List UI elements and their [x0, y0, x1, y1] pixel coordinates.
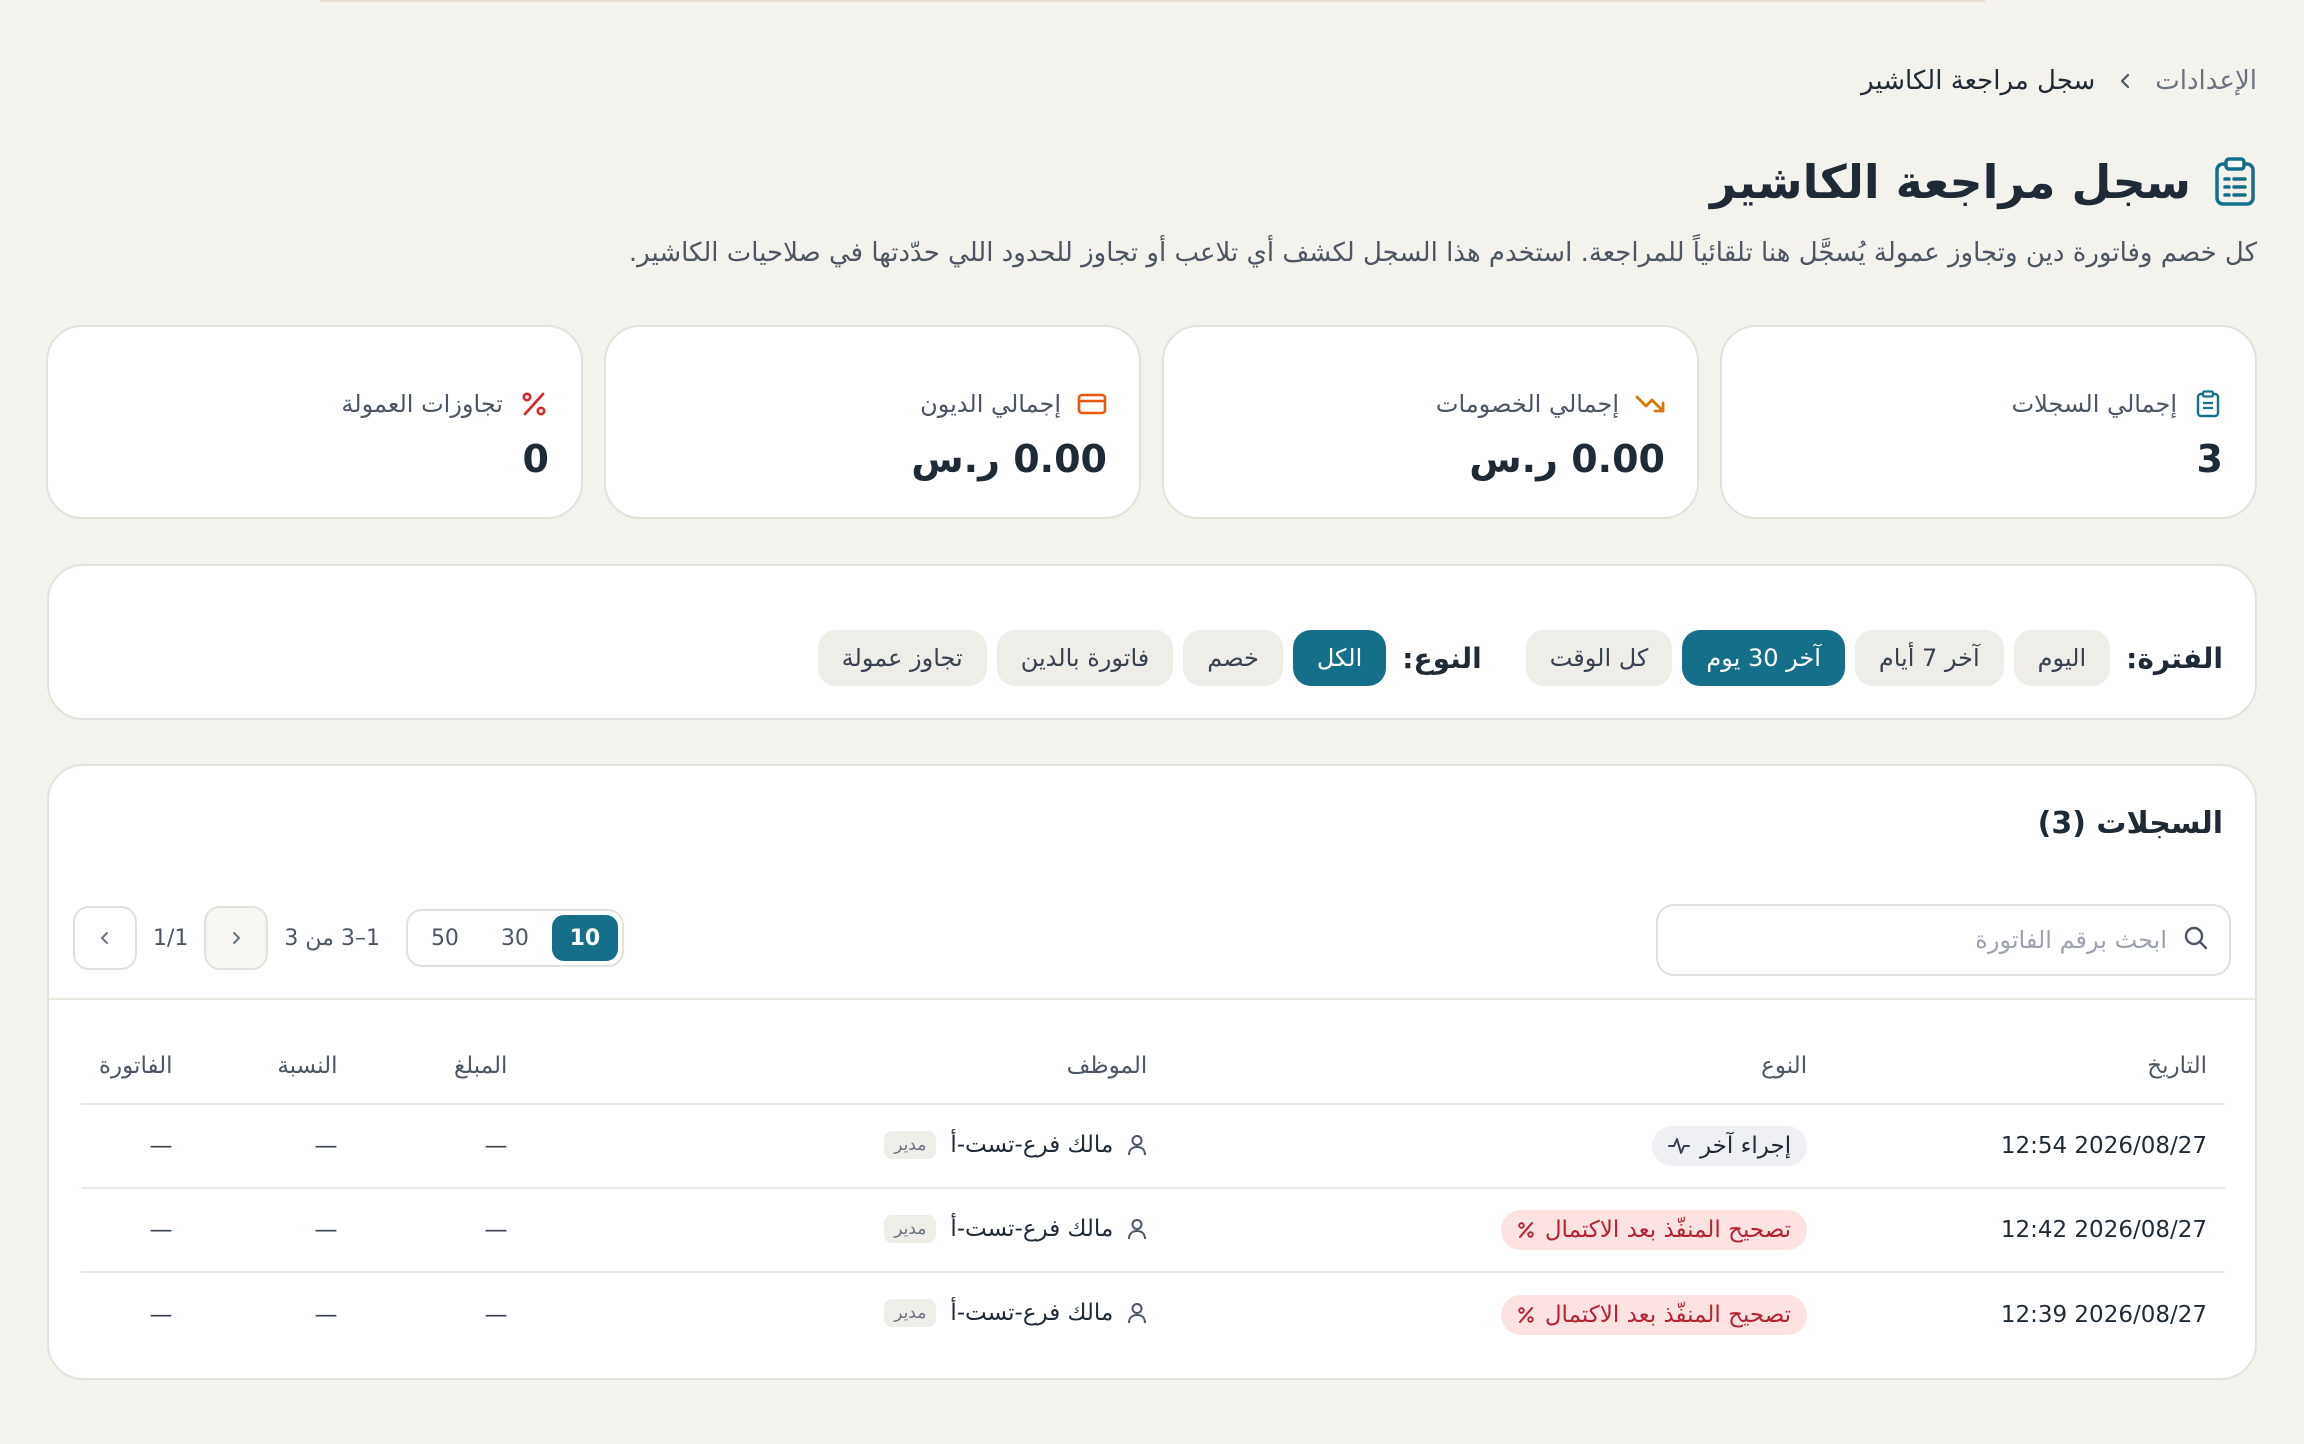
stat-card-total-records: إجمالي السجلات 3 [1720, 325, 2257, 519]
stat-card-total-debts: إجمالي الديون 0.00 ر.س [604, 325, 1141, 519]
cell-percent: — [190, 1104, 356, 1189]
cell-invoice: — [81, 1104, 191, 1189]
records-title: السجلات (3) [2037, 806, 2223, 841]
table-row[interactable]: 2026/08/27 12:42 تصحيح المنفّذ بعد الاكت… [81, 1188, 2225, 1273]
page-header: سجل مراجعة الكاشير [1710, 155, 2257, 209]
employee-name: مالك فرع-تست-أ [950, 1300, 1114, 1326]
table-row[interactable]: 2026/08/27 12:54 إجراء آخر مالك فرع-تست-… [81, 1104, 2225, 1189]
employee-cell: مالك فرع-تست-أ مدير [884, 1214, 1147, 1243]
column-header-employee[interactable]: الموظف [525, 1028, 1166, 1105]
next-page-button[interactable] [73, 906, 137, 970]
prev-page-button[interactable] [204, 906, 269, 970]
filter-row: الفترة: اليوم آخر 7 أيام آخر 30 يوم كل ا… [817, 630, 2223, 686]
employee-cell: مالك فرع-تست-أ مدير [884, 1130, 1147, 1159]
range-indicator: 1–3 من 3 [284, 925, 380, 951]
role-badge: مدير [884, 1214, 937, 1243]
role-badge: مدير [884, 1130, 937, 1159]
credit-card-icon [1077, 389, 1107, 419]
stat-label: إجمالي الخصومات [1435, 390, 1619, 418]
percent-icon [1518, 1222, 1534, 1238]
type-chip-debt-invoice[interactable]: فاتورة بالدين [996, 630, 1174, 686]
column-header-date[interactable]: التاريخ [1825, 1028, 2225, 1105]
cell-date: 2026/08/27 12:39 [2000, 1301, 2207, 1328]
period-chip-all-time[interactable]: كل الوقت [1525, 630, 1673, 686]
column-header-invoice[interactable]: الفاتورة [81, 1028, 191, 1105]
cell-date: 2026/08/27 12:54 [1825, 1104, 2225, 1189]
clipboard-icon [2193, 389, 2223, 419]
stat-label: تجاوزات العمولة [341, 390, 503, 418]
stat-value: 0.00 ر.س [911, 437, 1107, 481]
page-size-30[interactable]: 30 [482, 915, 548, 961]
cell-percent: — [190, 1188, 356, 1273]
search-icon [2183, 925, 2209, 955]
stats-cards: إجمالي السجلات 3 إجمالي الخصومات 0.00 ر.… [46, 325, 2257, 519]
column-header-amount[interactable]: المبلغ [355, 1028, 526, 1105]
records-panel: السجلات (3) 1/1 1–3 من 3 50 30 10 [47, 764, 2257, 1380]
user-icon [1128, 1303, 1147, 1324]
chevron-left-icon [101, 932, 108, 944]
table-row[interactable]: 2026/08/27 12:39 تصحيح المنفّذ بعد الاكت… [81, 1272, 2225, 1356]
column-header-type[interactable]: النوع [1165, 1028, 1826, 1105]
records-table: التاريخ النوع الموظف المبلغ النسبة الفات… [81, 1028, 2225, 1356]
percent-icon [1518, 1306, 1534, 1323]
page-size-50[interactable]: 50 [412, 915, 478, 961]
page-subtitle: كل خصم وفاتورة دين وتجاوز عمولة يُسجَّل … [628, 238, 2257, 268]
breadcrumb: الإعدادات سجل مراجعة الكاشير [1861, 66, 2257, 96]
type-chip-commission-override[interactable]: تجاوز عمولة [817, 630, 987, 686]
search-input[interactable] [1678, 926, 2167, 954]
page-size-10[interactable]: 10 [551, 915, 618, 961]
type-badge: إجراء آخر [1651, 1126, 1808, 1166]
search-box[interactable] [1656, 904, 2231, 976]
page-size-selector: 50 30 10 [405, 909, 624, 967]
user-icon [1128, 1218, 1147, 1239]
chevron-right-icon [233, 932, 241, 944]
period-chip-today[interactable]: اليوم [2013, 630, 2111, 686]
page: الإعدادات سجل مراجعة الكاشير سجل مراجعة … [46, 0, 2257, 1444]
stat-card-commission-overrides: تجاوزات العمولة 0 [46, 325, 583, 519]
cell-amount: — [484, 1301, 508, 1328]
divider [49, 998, 2255, 1000]
filters-panel: الفترة: اليوم آخر 7 أيام آخر 30 يوم كل ا… [47, 564, 2257, 720]
stat-label: إجمالي الديون [920, 390, 1061, 418]
percent-icon [519, 389, 549, 419]
stat-value: 0 [522, 437, 549, 481]
breadcrumb-settings-link[interactable]: الإعدادات [2155, 66, 2257, 96]
employee-name: مالك فرع-تست-أ [950, 1215, 1114, 1242]
type-chip-discount[interactable]: خصم [1183, 630, 1283, 686]
role-badge: مدير [884, 1299, 937, 1327]
stat-card-total-discounts: إجمالي الخصومات 0.00 ر.س [1162, 325, 1699, 519]
table-header-row: التاريخ النوع الموظف المبلغ النسبة الفات… [81, 1028, 2225, 1105]
stat-value: 0.00 ر.س [1469, 437, 1665, 481]
cell-invoice: — [81, 1188, 191, 1273]
page-title: سجل مراجعة الكاشير [1709, 155, 2191, 209]
cell-invoice: — [149, 1301, 173, 1328]
type-badge: تصحيح المنفّذ بعد الاكتمال [1500, 1294, 1808, 1335]
user-icon [1128, 1134, 1147, 1155]
activity-icon [1667, 1138, 1690, 1154]
period-chip-7-days[interactable]: آخر 7 أيام [1854, 630, 2004, 686]
pagination: 1/1 1–3 من 3 50 30 10 [73, 906, 624, 970]
trending-down-icon [1635, 389, 1665, 419]
cell-amount: — [355, 1188, 526, 1273]
chevron-left-icon [2113, 69, 2137, 93]
type-badge: تصحيح المنفّذ بعد الاكتمال [1500, 1210, 1808, 1250]
stat-value: 3 [2196, 437, 2223, 481]
cell-percent: — [314, 1301, 338, 1328]
employee-cell: مالك فرع-تست-أ مدير [884, 1299, 1147, 1327]
type-filter-label: النوع: [1402, 641, 1482, 675]
clipboard-list-icon [2213, 157, 2257, 207]
employee-name: مالك فرع-تست-أ [950, 1131, 1114, 1158]
cell-date: 2026/08/27 12:42 [1825, 1188, 2225, 1273]
stat-label: إجمالي السجلات [2011, 390, 2177, 418]
cell-amount: — [355, 1104, 526, 1189]
type-chip-all[interactable]: الكل [1292, 630, 1387, 686]
period-chip-30-days[interactable]: آخر 30 يوم [1682, 630, 1845, 686]
breadcrumb-current: سجل مراجعة الكاشير [1861, 66, 2096, 96]
page-indicator: 1/1 [153, 925, 189, 951]
period-filter-label: الفترة: [2126, 641, 2223, 675]
column-header-percent[interactable]: النسبة [190, 1028, 356, 1105]
